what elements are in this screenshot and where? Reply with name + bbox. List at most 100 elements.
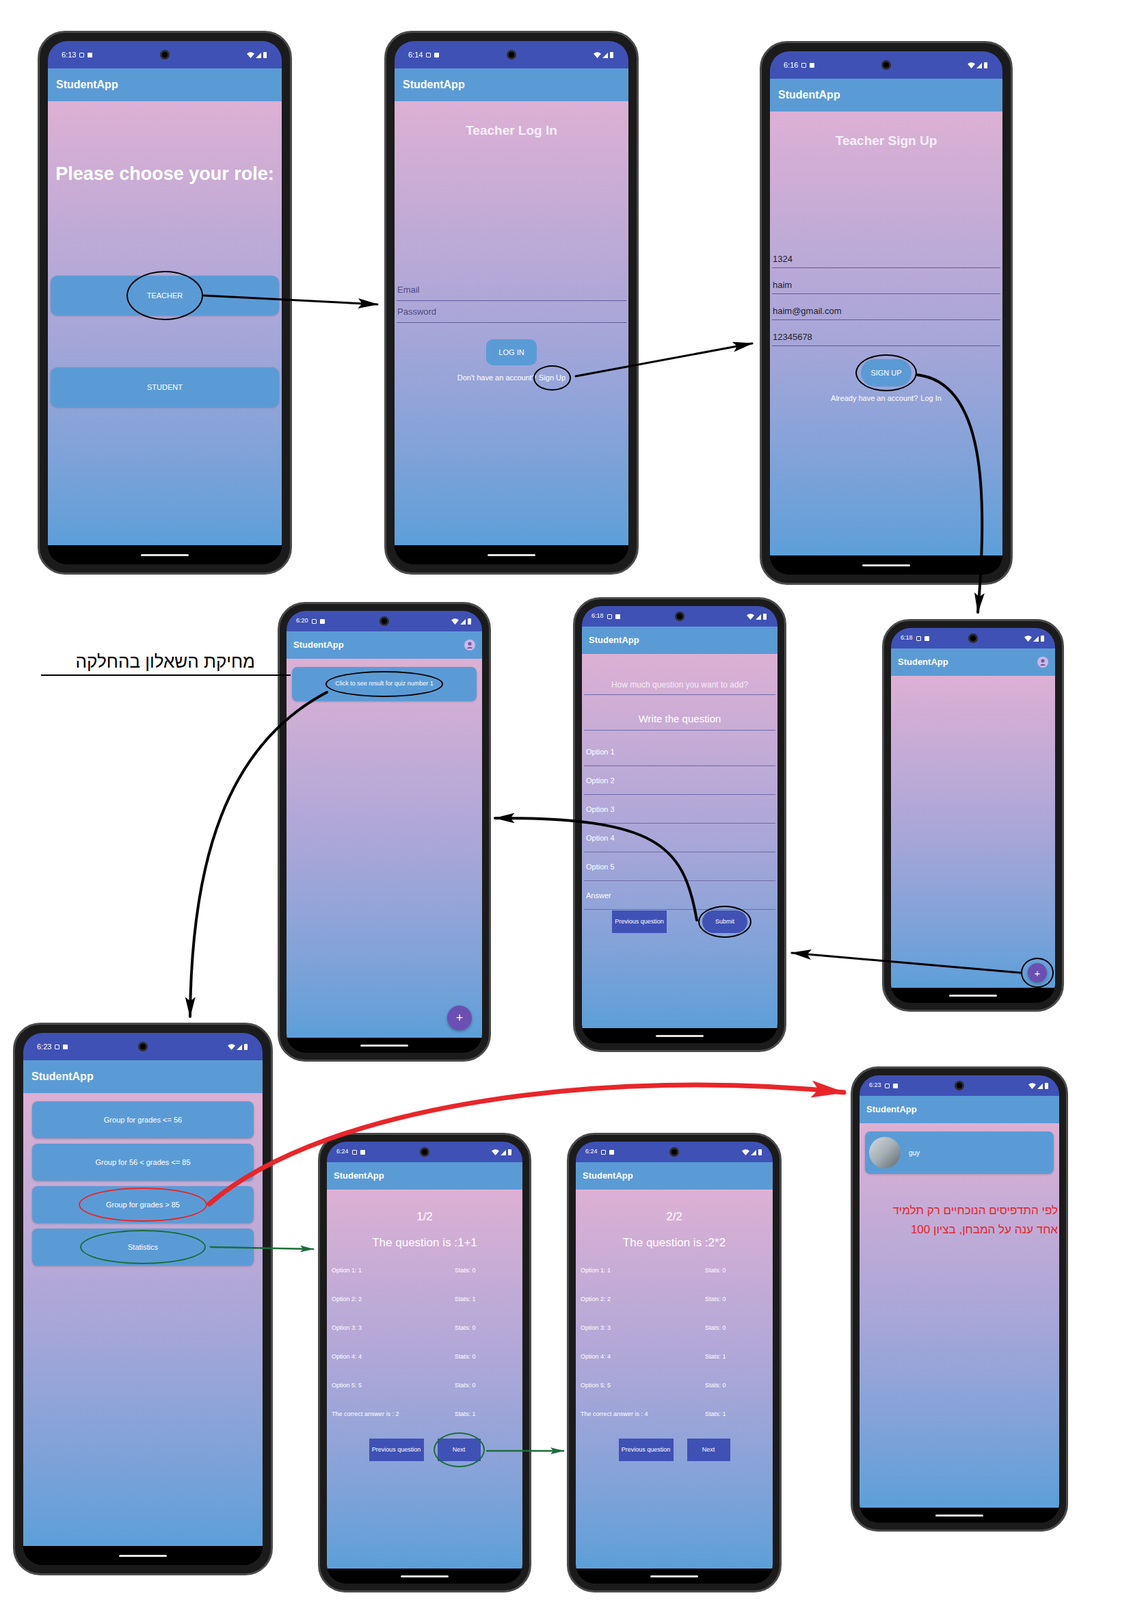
- submit-button[interactable]: Submit: [702, 910, 748, 933]
- avatar-photo: [869, 1136, 901, 1168]
- next-button[interactable]: Next: [687, 1438, 731, 1461]
- role-button-label: TEACHER: [147, 289, 184, 302]
- home-indicator-icon[interactable]: [949, 994, 997, 997]
- flow-arrow: [495, 817, 697, 920]
- stats-list: Option 1: 1Stats: 0Option 2: 2Stats: 0Op…: [575, 1256, 773, 1429]
- account-link: Don't have an account?Sign Up: [396, 371, 627, 384]
- option-field[interactable]: [583, 765, 776, 795]
- option-field[interactable]: [583, 852, 776, 881]
- link-action[interactable]: Sign Up: [538, 371, 566, 384]
- text-field[interactable]: [772, 294, 1001, 321]
- stats-row: Option 3: 3Stats: 0: [326, 1313, 523, 1343]
- question-counter: 2/2: [575, 1208, 773, 1225]
- navigation-bar: [890, 987, 1056, 1003]
- group-card[interactable]: Statistics: [32, 1228, 254, 1266]
- stats-row: The correct answer is : 4Stats: 1: [575, 1399, 773, 1429]
- flow-arrow: [486, 1449, 564, 1452]
- login-heading: Teacher Log In: [396, 121, 627, 140]
- home-indicator-icon[interactable]: [650, 1574, 699, 1577]
- link-action[interactable]: Log In: [920, 392, 942, 405]
- app-bar: StudentApp: [859, 1095, 1060, 1123]
- screen-content: Teacher Log In LOG IN Don't have an accoun…: [394, 101, 629, 545]
- home-indicator-icon[interactable]: [655, 1034, 704, 1037]
- app-bar: StudentApp: [769, 78, 1003, 112]
- option-label: Option 3: 3: [580, 1323, 705, 1333]
- group-card[interactable]: Group for grades <= 56: [32, 1100, 254, 1138]
- phone-screen: 6:23StudentAppguyלפי התדפיסים הנוכחיים ר…: [859, 1074, 1060, 1523]
- button-row: Previous question Next: [326, 1438, 523, 1461]
- text-field[interactable]: [396, 278, 627, 301]
- screen-content: +: [890, 675, 1056, 988]
- account-link: Already have an account?Log In: [772, 392, 1001, 405]
- home-indicator-icon[interactable]: [935, 1513, 984, 1516]
- phone: 6:14StudentAppTeacher Log InLOG INDon't …: [384, 30, 639, 575]
- phone: 6:18StudentApp+: [882, 618, 1064, 1012]
- notification-icon: [426, 52, 431, 58]
- role-button[interactable]: TEACHER: [50, 275, 279, 316]
- option-field[interactable]: [583, 737, 776, 766]
- add-button[interactable]: +: [1027, 962, 1047, 982]
- next-button[interactable]: Next: [437, 1438, 481, 1461]
- text-field[interactable]: [772, 268, 1001, 295]
- highlight-ellipse: [126, 270, 204, 321]
- status-bar: 6:20: [286, 610, 483, 632]
- previous-button[interactable]: Previous question: [611, 910, 667, 933]
- home-indicator-icon[interactable]: [360, 1044, 409, 1047]
- app-bar: StudentApp: [47, 68, 282, 102]
- option-label: The correct answer is : 4: [580, 1409, 705, 1419]
- add-button[interactable]: +: [447, 1005, 472, 1030]
- camera-icon: [954, 1080, 965, 1090]
- stats-list: Option 1: 1Stats: 0Option 2: 2Stats: 1Op…: [326, 1256, 523, 1429]
- option-field[interactable]: [583, 794, 776, 824]
- text-field[interactable]: [772, 320, 1001, 347]
- question-field[interactable]: [583, 707, 776, 731]
- screen-content: Teacher Sign UpSIGN UPAlready have an ac…: [769, 111, 1003, 556]
- status-time: 6:20: [296, 616, 309, 626]
- group-card-label: Group for 56 < grades <= 85: [95, 1156, 191, 1168]
- stats-row: Option 2: 2Stats: 0: [575, 1284, 773, 1314]
- signal-battery-icon: [741, 1148, 764, 1156]
- home-indicator-icon[interactable]: [862, 564, 911, 567]
- group-card[interactable]: Group for grades > 85: [32, 1185, 254, 1223]
- quiz-card-label: Click to see result for quiz number 1: [335, 679, 434, 689]
- previous-button[interactable]: Previous question: [369, 1438, 424, 1461]
- home-indicator-icon[interactable]: [118, 1554, 167, 1557]
- count-field[interactable]: [583, 674, 776, 695]
- previous-button[interactable]: Previous question: [618, 1438, 674, 1461]
- phone: 6:23StudentAppguyלפי התדפיסים הנוכחיים ר…: [850, 1066, 1069, 1532]
- signup-button[interactable]: SIGN UP: [860, 358, 911, 387]
- home-indicator-icon[interactable]: [140, 553, 189, 556]
- phone: 6:13StudentAppPlease choose your role:TE…: [37, 30, 292, 575]
- camera-icon: [379, 616, 390, 626]
- status-left: 6:24: [336, 1146, 366, 1157]
- option-field[interactable]: [583, 823, 776, 853]
- option-stat: Stats: 0: [704, 1294, 768, 1305]
- home-indicator-icon[interactable]: [400, 1574, 449, 1577]
- home-indicator-icon[interactable]: [487, 553, 536, 556]
- text-field[interactable]: [396, 300, 627, 323]
- status-left: 6:18: [591, 611, 621, 621]
- flow-arrow: [791, 952, 1021, 973]
- sd-card-icon: [893, 1083, 898, 1088]
- answer-field[interactable]: [583, 880, 776, 910]
- sd-card-icon: [62, 1044, 68, 1049]
- status-left: 6:23: [36, 1040, 68, 1053]
- phone: 6:18StudentAppPrevious questionSubmit: [573, 596, 787, 1052]
- login-button[interactable]: LOG IN: [486, 339, 537, 366]
- app-bar: StudentApp: [286, 631, 483, 659]
- screen-content: 2/2The question is :2*2Option 1: 1Stats:…: [575, 1189, 773, 1568]
- profile-icon[interactable]: [1037, 656, 1049, 668]
- group-card[interactable]: Group for 56 < grades <= 85: [32, 1143, 254, 1181]
- option-stat: Stats: 0: [704, 1380, 768, 1391]
- role-button[interactable]: STUDENT: [50, 367, 279, 407]
- flow-arrow: [190, 692, 327, 1017]
- profile-icon[interactable]: [464, 639, 476, 651]
- text-field[interactable]: [772, 242, 1001, 269]
- quiz-card[interactable]: Click to see result for quiz number 1: [291, 666, 477, 701]
- camera-icon: [881, 60, 891, 70]
- phone: 6:16StudentAppTeacher Sign UpSIGN UPAlre…: [759, 41, 1013, 585]
- option-stat: Stats: 0: [454, 1323, 518, 1333]
- student-card[interactable]: guy: [865, 1131, 1054, 1174]
- question-counter: 1/2: [326, 1208, 523, 1225]
- option-stat: Stats: 1: [704, 1351, 768, 1362]
